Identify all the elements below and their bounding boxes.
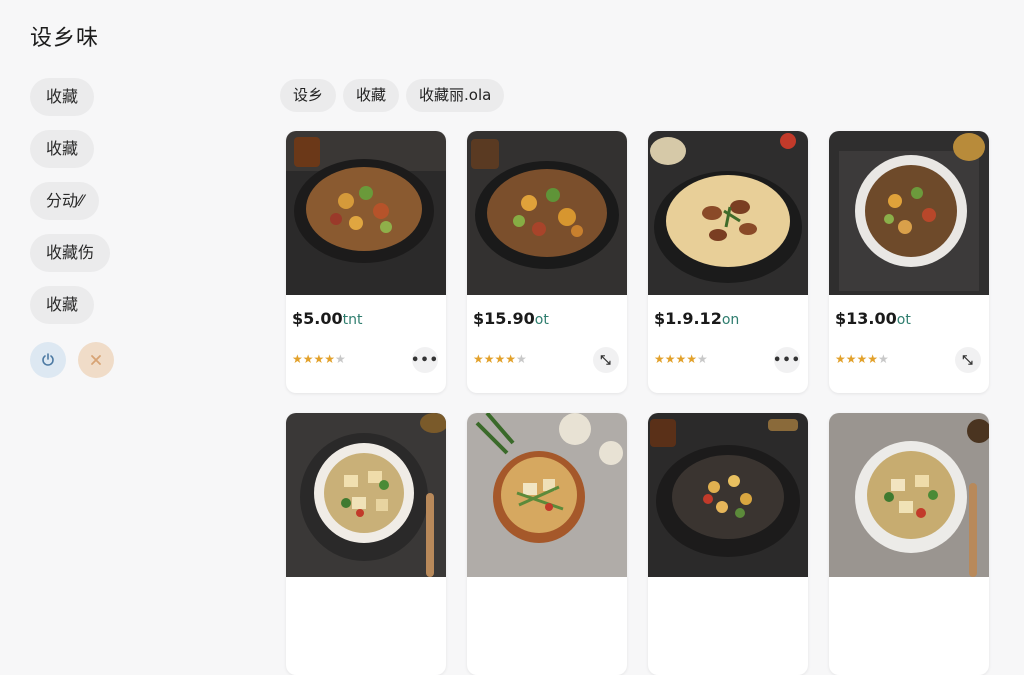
close-icon	[91, 355, 101, 365]
sidebar-item-1[interactable]: 收藏	[30, 78, 95, 116]
sidebar-item-5[interactable]: 收藏	[30, 286, 95, 324]
product-card[interactable]	[648, 413, 808, 675]
dish-photo	[286, 131, 446, 295]
filter-chip-3[interactable]: 收藏丽.ola	[406, 79, 505, 112]
price: $1.9.12on	[654, 309, 740, 328]
rating-stars: ★★★★★	[473, 352, 527, 366]
product-card[interactable]	[286, 413, 446, 675]
price: $15.90ot	[473, 309, 549, 328]
product-card[interactable]: $5.00tnt ★★★★★ •••	[286, 131, 446, 393]
product-card[interactable]	[829, 413, 989, 675]
dish-photo	[829, 413, 989, 577]
price: $13.00ot	[835, 309, 911, 328]
sidebar-item-2[interactable]: 收藏	[30, 130, 95, 168]
sidebar: 收藏 收藏 分动⁄⁄ 收藏伤 收藏	[30, 78, 150, 378]
sidebar-item-4[interactable]: 收藏伤	[30, 234, 111, 272]
dish-photo	[648, 413, 808, 577]
filter-chip-1[interactable]: 设乡	[280, 79, 337, 112]
filter-bar: 设乡 收藏 收藏丽.ola	[280, 79, 505, 112]
more-button[interactable]: •••	[773, 347, 801, 373]
expand-icon: ⤡	[962, 352, 974, 368]
expand-button[interactable]: ⤡	[955, 347, 981, 373]
dish-photo	[648, 131, 808, 295]
dish-photo	[467, 413, 627, 577]
dish-photo	[829, 131, 989, 295]
rating-stars: ★★★★★	[292, 352, 346, 366]
expand-button[interactable]: ⤡	[593, 347, 619, 373]
close-button[interactable]	[78, 342, 114, 378]
product-card[interactable]	[467, 413, 627, 675]
price: $5.00tnt	[292, 309, 363, 328]
refresh-button[interactable]	[30, 342, 66, 378]
product-grid: $5.00tnt ★★★★★ ••• $15.90ot ★★★★★ ⤡ $1.9…	[286, 131, 989, 675]
app-title: 设乡味	[30, 26, 100, 51]
more-icon: •••	[773, 352, 801, 368]
more-button[interactable]: •••	[411, 347, 439, 373]
sidebar-item-3[interactable]: 分动⁄⁄	[30, 182, 100, 220]
dish-photo	[286, 413, 446, 577]
rating-stars: ★★★★★	[835, 352, 889, 366]
product-card[interactable]: $1.9.12on ★★★★★ •••	[648, 131, 808, 393]
more-icon: •••	[411, 352, 439, 368]
expand-icon: ⤡	[600, 352, 612, 368]
filter-chip-2[interactable]: 收藏	[343, 79, 400, 112]
product-card[interactable]: $13.00ot ★★★★★ ⤡	[829, 131, 989, 393]
product-card[interactable]: $15.90ot ★★★★★ ⤡	[467, 131, 627, 393]
rating-stars: ★★★★★	[654, 352, 708, 366]
dish-photo	[467, 131, 627, 295]
refresh-icon	[42, 353, 54, 366]
